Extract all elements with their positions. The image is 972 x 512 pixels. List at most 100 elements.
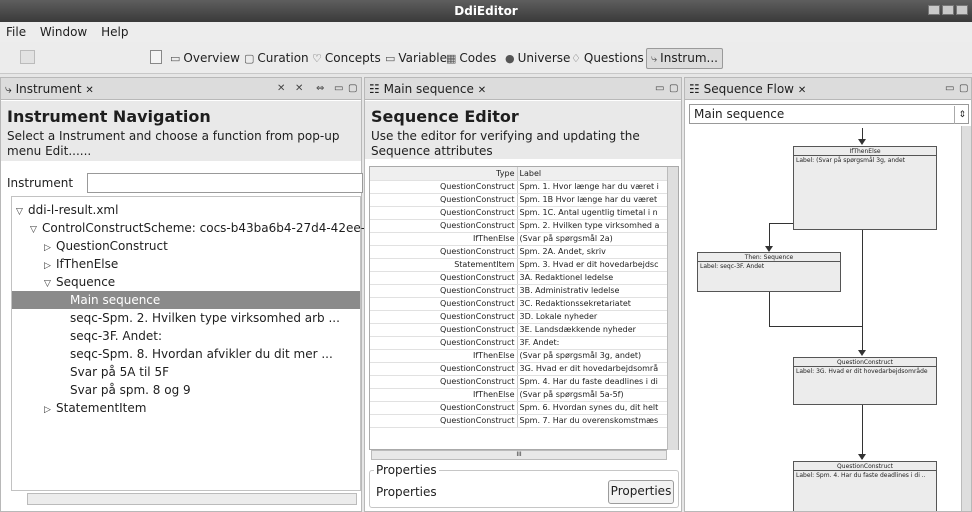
tree-node[interactable]: seqc-3F. Andet: bbox=[12, 327, 162, 345]
flow-box-title: IfThenElse bbox=[794, 147, 936, 156]
universe-button[interactable]: ● Universe bbox=[505, 50, 570, 67]
close-icon[interactable] bbox=[956, 5, 968, 15]
tree-node[interactable]: ▽ ddi-l-result.xml bbox=[12, 201, 118, 219]
tree-node[interactable]: ▷ StatementItem bbox=[12, 399, 146, 417]
flow-connector bbox=[862, 230, 863, 354]
tab-close-icon[interactable]: ✕ bbox=[478, 85, 486, 96]
flow-scrollbar[interactable] bbox=[961, 126, 971, 511]
table-row[interactable]: QuestionConstruct Spm. 1. Hvor længe har … bbox=[370, 180, 678, 194]
tab-close-icon[interactable]: ✕ bbox=[798, 85, 806, 96]
tree-node[interactable]: ▷ QuestionConstruct bbox=[12, 237, 168, 255]
flow-box-question-spm4[interactable]: QuestionConstruct Label: Spm. 4. Har du … bbox=[793, 461, 937, 511]
tree-node-label: ControlConstructScheme: cocs-b43ba6b4-27… bbox=[42, 221, 373, 235]
table-row[interactable]: IfThenElse (Svar på spørgsmål 3g, andet) bbox=[370, 349, 678, 363]
curation-button[interactable]: ▢ Curation bbox=[244, 50, 309, 67]
minimize-icon[interactable] bbox=[928, 5, 940, 15]
codes-button[interactable]: ▦ Codes bbox=[446, 50, 496, 67]
flow-box-label: Label: 3G. Hvad er dit hovedarbejdsområd… bbox=[796, 368, 928, 375]
tree-node[interactable]: ▷ IfThenElse bbox=[12, 255, 118, 273]
column-header[interactable]: Label bbox=[517, 167, 678, 181]
tree-node[interactable]: seqc-Spm. 2. Hvilken type virksomhed arb… bbox=[12, 309, 340, 327]
tree-node[interactable]: Svar på spm. 8 og 9 bbox=[12, 381, 191, 399]
toolbar: ▭ Overview ▢ Curation ♡ Concepts ▭ Variable … bbox=[0, 42, 972, 74]
tree-node[interactable]: Main sequence bbox=[12, 291, 360, 309]
title-bar: DdiEditor bbox=[0, 0, 972, 22]
table-horizontal-scrollbar[interactable]: III bbox=[371, 450, 667, 460]
maximize-view-icon[interactable]: ▢ bbox=[669, 78, 678, 100]
variable-icon: ▭ bbox=[385, 52, 396, 65]
tab-close-icon[interactable]: ✕ bbox=[85, 85, 93, 96]
flow-box-then-sequence[interactable]: Then: Sequence Label: seqc-3F. Andet bbox=[697, 252, 841, 292]
flow-sequence-combo[interactable]: Main sequence ⇕ bbox=[689, 104, 969, 124]
table-row[interactable]: QuestionConstruct 3C. Redaktionssekretari… bbox=[370, 297, 678, 311]
table-row[interactable]: QuestionConstruct Spm. 7. Har du overensk… bbox=[370, 414, 678, 428]
flow-box-title: Then: Sequence bbox=[698, 253, 840, 262]
minimize-view-icon[interactable]: ▭ bbox=[655, 78, 664, 100]
menu-window[interactable]: Window bbox=[40, 25, 87, 39]
table-row[interactable]: QuestionConstruct 3E. Landsdækkende nyhed… bbox=[370, 323, 678, 337]
tree-node-label: StatementItem bbox=[56, 401, 147, 415]
properties-button[interactable]: Properties bbox=[608, 480, 674, 504]
tree-node[interactable]: seqc-Spm. 8. Hvordan afvikler du dit mer… bbox=[12, 345, 333, 363]
table-row[interactable]: StatementItem Spm. 3. Hvad er dit hovedar… bbox=[370, 258, 678, 272]
flow-box-ifthenelse[interactable]: IfThenElse Label: (Svar på spørgsmål 3g,… bbox=[793, 146, 937, 230]
tab-sequence-flow[interactable]: ☷ Sequence Flow ✕ ▭ ▢ bbox=[685, 78, 971, 100]
column-header[interactable]: Type bbox=[370, 167, 518, 181]
flow-box-question-3g[interactable]: QuestionConstruct Label: 3G. Hvad er dit… bbox=[793, 357, 937, 405]
variable-button[interactable]: ▭ Variable bbox=[385, 50, 447, 67]
tree-node[interactable]: ▽ Sequence bbox=[12, 273, 115, 291]
type-cell: QuestionConstruct bbox=[370, 375, 518, 389]
minimize-view-icon[interactable]: ▭ bbox=[334, 78, 343, 100]
label-cell: Spm. 2. Hvilken type virksomhed a bbox=[517, 219, 678, 233]
tree-node[interactable]: ▽ ControlConstructScheme: cocs-b43ba6b4-2… bbox=[12, 219, 373, 237]
editor-description: Use the editor for verifying and updatin… bbox=[371, 129, 640, 158]
table-row[interactable]: IfThenElse (Svar på spørgsmål 5a-5f) bbox=[370, 388, 678, 402]
concepts-button[interactable]: ♡ Concepts bbox=[312, 50, 381, 67]
collapse-icon[interactable]: ✕ bbox=[277, 78, 285, 100]
minimize-view-icon[interactable]: ▭ bbox=[945, 78, 954, 100]
type-cell: QuestionConstruct bbox=[370, 271, 518, 285]
horizontal-scrollbar[interactable] bbox=[27, 493, 357, 505]
chevron-updown-icon: ⇕ bbox=[954, 106, 966, 124]
table-row[interactable]: QuestionConstruct 3B. Administrativ ledel… bbox=[370, 284, 678, 298]
table-row[interactable]: QuestionConstruct Spm. 1B Hvor længe har … bbox=[370, 193, 678, 207]
link-icon[interactable]: ⇔ bbox=[316, 78, 324, 100]
table-row[interactable]: QuestionConstruct 3G. Hvad er dit hovedar… bbox=[370, 362, 678, 376]
codes-icon: ▦ bbox=[446, 52, 457, 65]
label-cell: 3D. Lokale nyheder bbox=[517, 310, 678, 324]
tree-node-label: ddi-l-result.xml bbox=[28, 203, 119, 217]
maximize-view-icon[interactable]: ▢ bbox=[348, 78, 357, 100]
table-row[interactable]: QuestionConstruct 3A. Redaktionel ledelse bbox=[370, 271, 678, 285]
save-icon[interactable] bbox=[20, 50, 35, 64]
flow-connector bbox=[769, 223, 793, 224]
label-cell: 3G. Hvad er dit hovedarbejdsområ bbox=[517, 362, 678, 376]
menu-file[interactable]: File bbox=[6, 25, 26, 39]
table-row[interactable]: QuestionConstruct Spm. 6. Hvordan synes d… bbox=[370, 401, 678, 415]
tab-instrument[interactable]: ⤷ Instrument ✕ ✕ ✕ ⇔ ▭ ▢ bbox=[1, 78, 361, 100]
table-row[interactable]: IfThenElse (Svar på spørgsmål 2a) bbox=[370, 232, 678, 246]
table-scrollbar[interactable] bbox=[667, 167, 678, 450]
instrument-field[interactable] bbox=[87, 173, 363, 193]
table-row[interactable]: QuestionConstruct 3D. Lokale nyheder bbox=[370, 310, 678, 324]
flow-canvas: IfThenElse Label: (Svar på spørgsmål 3g,… bbox=[689, 128, 961, 511]
type-cell: IfThenElse bbox=[370, 232, 518, 246]
type-cell: QuestionConstruct bbox=[370, 219, 518, 233]
table-row[interactable]: QuestionConstruct Spm. 1C. Antal ugentlig… bbox=[370, 206, 678, 220]
expand-icon[interactable]: ✕ bbox=[295, 78, 303, 100]
instrument-button[interactable]: ⤷ Instrum... bbox=[646, 48, 723, 69]
maximize-icon[interactable] bbox=[942, 5, 954, 15]
table-row[interactable]: QuestionConstruct Spm. 2A. Andet, skriv bbox=[370, 245, 678, 259]
questions-button[interactable]: ♢ Questions bbox=[571, 50, 644, 67]
maximize-view-icon[interactable]: ▢ bbox=[959, 78, 968, 100]
table-row[interactable]: QuestionConstruct Spm. 4. Har du faste de… bbox=[370, 375, 678, 389]
perspective-icon[interactable] bbox=[150, 50, 162, 64]
tab-main-sequence[interactable]: ☷ Main sequence ✕ ▭ ▢ bbox=[365, 78, 681, 100]
collapsed-icon[interactable]: ▷ bbox=[44, 401, 56, 419]
tree-node[interactable]: Svar på 5A til 5F bbox=[12, 363, 169, 381]
table-row[interactable]: QuestionConstruct 3F. Andet: bbox=[370, 336, 678, 350]
overview-button[interactable]: ▭ Overview bbox=[170, 50, 240, 67]
sequence-editor-pane: ☷ Main sequence ✕ ▭ ▢ Sequence Editor Us… bbox=[364, 77, 682, 512]
menu-help[interactable]: Help bbox=[101, 25, 128, 39]
table-row[interactable]: QuestionConstruct Spm. 2. Hvilken type vi… bbox=[370, 219, 678, 233]
type-cell: IfThenElse bbox=[370, 349, 518, 363]
